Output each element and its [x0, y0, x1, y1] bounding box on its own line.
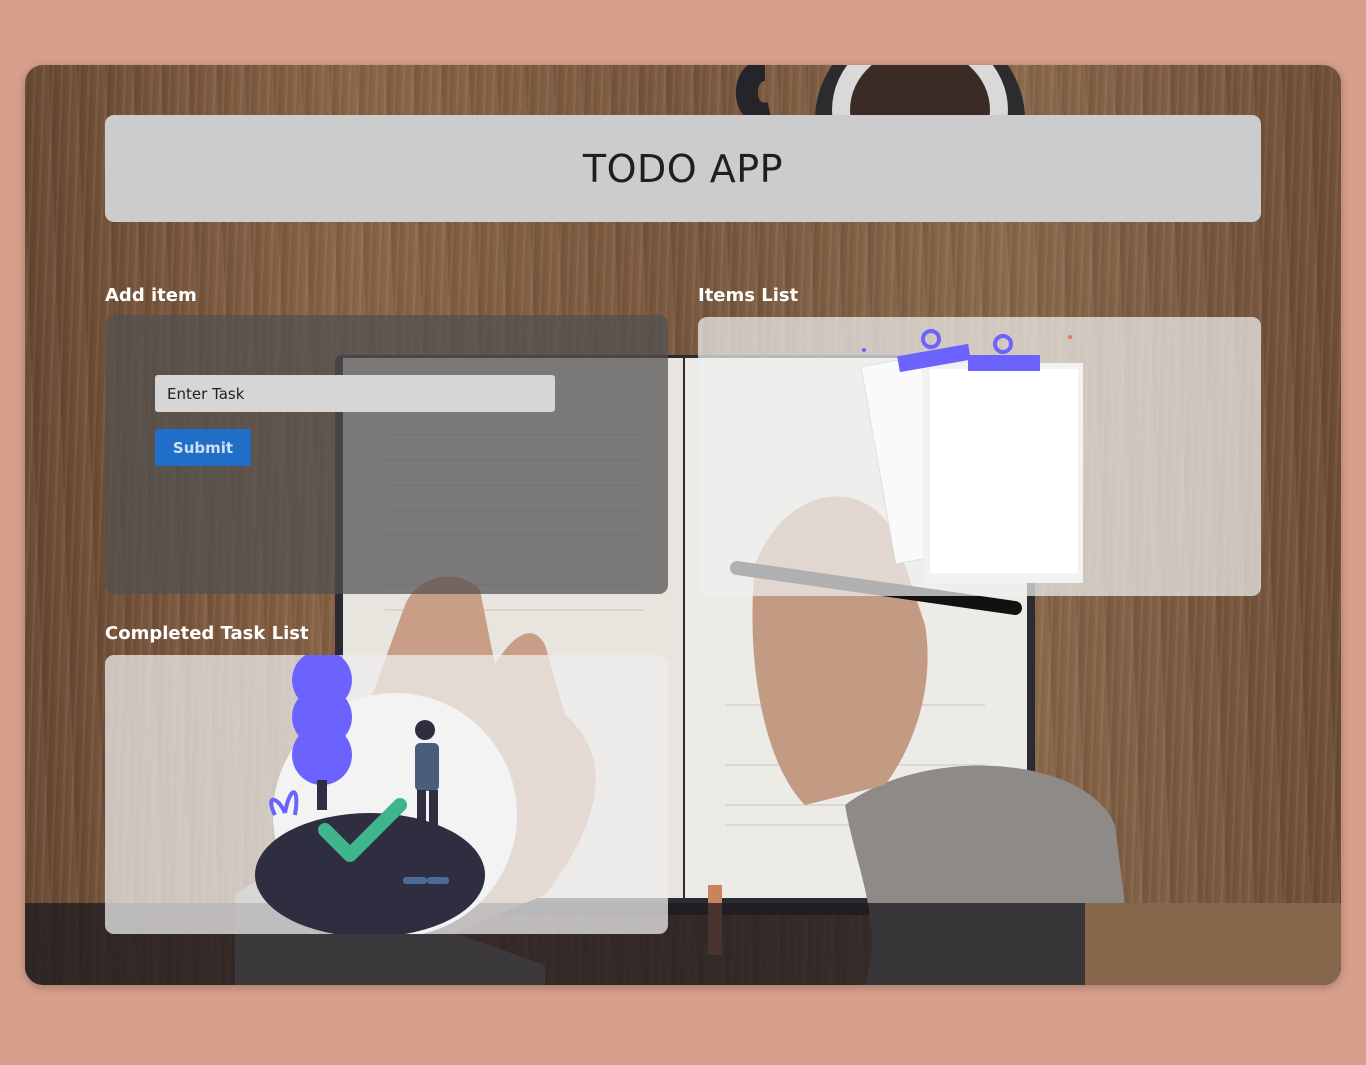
page-title: TODO APP [582, 146, 784, 191]
submit-button[interactable]: Submit [155, 429, 251, 466]
add-item-label: Add item [105, 285, 197, 306]
app-container: TODO APP Add item Items List Completed T… [25, 65, 1341, 985]
add-item-panel: Submit [105, 315, 668, 594]
app-header: TODO APP [105, 115, 1261, 222]
items-list-label: Items List [698, 285, 799, 306]
clipboard-illustration [860, 329, 1083, 583]
completed-task-list-label: Completed Task List [105, 623, 309, 644]
task-input[interactable] [155, 375, 555, 412]
items-list-panel [698, 317, 1261, 596]
task-complete-illustration [255, 655, 517, 934]
completed-task-list-panel [105, 655, 668, 934]
